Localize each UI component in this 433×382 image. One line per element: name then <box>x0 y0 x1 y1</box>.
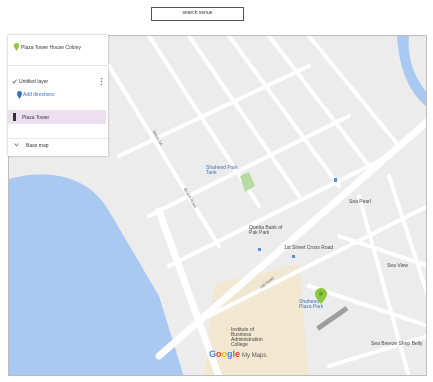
place-right-label: Sea Pearl <box>349 199 371 205</box>
canal <box>397 36 426 107</box>
search-value: search venue <box>182 10 213 16</box>
layer-row[interactable]: Untitled layer <box>8 75 108 87</box>
poi-marker <box>258 248 261 251</box>
street-main-label: 1st Street Cross Road <box>284 245 334 251</box>
place-pin-icon <box>13 113 16 121</box>
college-label: Institute of Business Administration Col… <box>231 327 263 348</box>
google-my-maps-logo: Google My Maps <box>209 349 266 359</box>
add-directions-row[interactable]: Add directions <box>8 90 108 100</box>
place-far-right-label: Sea View <box>387 263 409 269</box>
map-pin-icon <box>14 43 19 51</box>
layer-name: Untitled layer <box>19 79 49 85</box>
google-letter-g: G <box>209 349 217 359</box>
base-map-row[interactable]: Base map <box>8 138 108 151</box>
water-area <box>9 174 184 375</box>
chevron-down-icon[interactable] <box>14 142 19 148</box>
place-item-label: Plaza Tower <box>22 115 50 121</box>
map-title: Plaza Tower House Colony <box>21 45 81 51</box>
layers-panel: Plaza Tower House Colony Untitled layer … <box>8 35 108 156</box>
checkbox-icon[interactable] <box>12 79 17 84</box>
map-page: search venue Shaheed Park Tank Quetta Ba… <box>0 0 433 382</box>
add-directions-link[interactable]: Add directions <box>23 92 55 98</box>
google-letter-e: e <box>235 349 241 359</box>
directions-icon <box>17 91 22 99</box>
map-title-row[interactable]: Plaza Tower House Colony <box>8 35 108 66</box>
base-map-label: Base map <box>26 143 49 149</box>
location-pin-icon[interactable] <box>315 288 327 304</box>
bank-label: Quetta Bank of Pak Park <box>249 225 283 236</box>
transit-marker <box>334 178 337 182</box>
beige-area <box>204 264 309 375</box>
bottom-right-label: Sea Breeze Shop Belly <box>371 341 423 347</box>
search-input[interactable]: search venue <box>151 7 244 21</box>
place-item[interactable]: Plaza Tower <box>8 110 106 124</box>
more-options-icon[interactable] <box>100 77 103 86</box>
park-label: Shaheed Park Tank <box>206 165 238 176</box>
poi-marker-2 <box>292 255 295 258</box>
my-maps-label: My Maps <box>242 353 267 359</box>
